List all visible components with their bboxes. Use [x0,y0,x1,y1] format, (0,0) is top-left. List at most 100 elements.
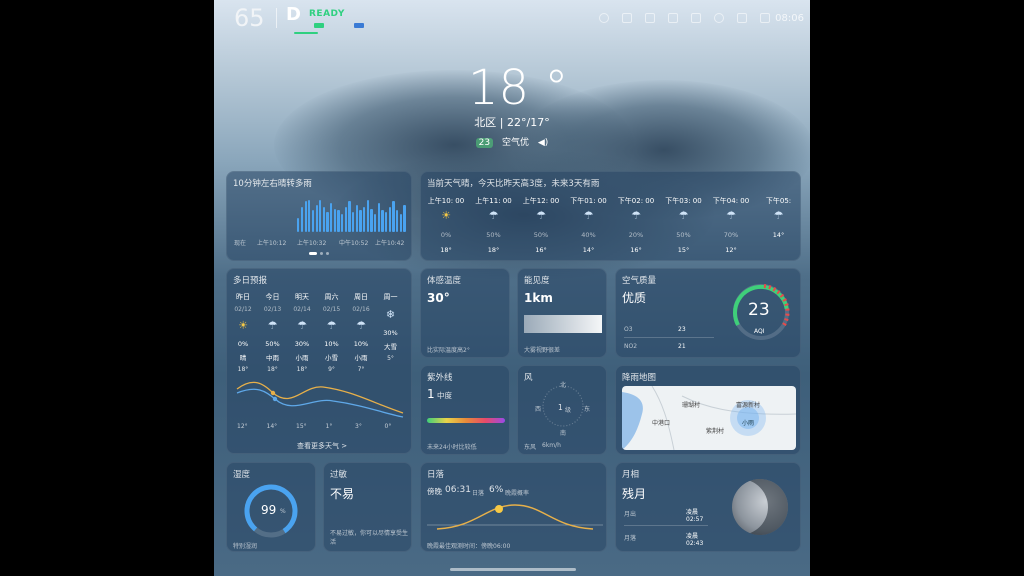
daily-item[interactable]: 明天 02/14 ☂ 30% 小雨 18° [286,292,318,373]
map-river [622,386,796,450]
time-label: 中午10:52 [339,240,369,247]
page-dot[interactable] [320,252,323,255]
wind-title: 风 [524,373,533,383]
visibility-gauge [524,315,602,333]
location-name[interactable]: 北区 [474,116,496,129]
hourly-item[interactable]: 下午01: 00 ☂ 40% 14° [566,196,612,254]
allergy-note: 不易过敏，你可以尽情享受生活 [330,530,409,546]
clock: 08:06 [775,13,804,24]
separator: | [499,116,507,129]
page-dot-active[interactable] [309,252,317,255]
glow-probability-label: 晚霞概率 [505,490,530,497]
hour-temp: 15° [677,246,690,254]
aqi-value: 23 [748,300,770,320]
hour-temp: 16° [630,246,642,254]
precip-bar [337,210,340,232]
mic-icon[interactable] [714,13,724,23]
precip-bar [300,206,304,232]
rain-icon: ☂ [488,209,499,222]
day-high: 5° [387,355,394,362]
hourly-forecast-card[interactable]: 当前天气晴，今天比昨天高3度，未来3天有雨 上午10: 00 ☀ 0% 18° 上午11… [420,171,801,261]
hour-precip: 70% [723,231,739,239]
map-label: 小雨 [742,420,755,427]
allergy-title: 过敏 [330,470,348,480]
more-weather-link[interactable]: 查看更多天气 > [297,441,347,451]
user-icon[interactable] [599,13,609,23]
daily-item[interactable]: 昨日 02/12 ☀ 0% 晴 18° [227,292,259,373]
day-desc: 小雨 [354,354,368,362]
day-desc: 晴 [239,354,247,362]
eye-icon[interactable] [737,13,747,23]
hourly-item[interactable]: 上午12: 00 ☂ 50% 16° [518,196,564,254]
hourly-item[interactable]: 上午10: 00 ☀ 0% 18° [423,196,469,254]
day-desc: 大雪 [384,343,397,351]
precipitation-card[interactable]: 10分钟左右晴转多雨 现在 上午10:12 上午10:32 中午10:52 上午… [226,171,412,261]
bluetooth-icon[interactable] [668,13,678,23]
speed-readout: 65 [234,4,265,32]
rain-icon: ☂ [678,209,689,222]
daily-item[interactable]: 周日 02/16 ☂ 10% 小雨 7° [345,292,377,373]
hour-time: 上午11: 00 [475,197,512,205]
hourly-item[interactable]: 下午04: 00 ☂ 70% 12° [708,196,754,254]
uv-card[interactable]: 紫外线 1 中度 未来24小时比较低 [420,365,510,455]
rain-map[interactable]: 珊瑚村 中港口 紫荆村 富源新村 小雨 [622,386,796,450]
precip-bar [374,214,377,232]
daily-item[interactable]: 周一 ❄ 30% 大雪 5° [375,292,407,362]
hour-time: 上午12: 00 [522,197,560,205]
time-label: 上午10:42 [375,240,405,247]
weather-screen: 65 D READY 08:06 18 ° 北区 | 22°/17° 23 空气… [214,0,810,576]
uv-note: 未来24小时比较低 [427,444,477,451]
precip-bar [363,206,366,232]
wind-card[interactable]: 风 北 南 西 东 1 级 东风 6km/h [517,365,607,455]
hour-time: 下午02: 00 [617,197,655,205]
humidity-title: 湿度 [233,470,251,480]
day-date: 02/12 [234,306,252,313]
daily-item[interactable]: 周六 02/15 ☂ 10% 小雪 9° [316,292,348,373]
daily-item[interactable]: 今日 02/13 ☂ 50% 中雨 18° [257,292,289,373]
hour-time: 上午10: 00 [427,197,465,205]
day-date: 02/13 [263,306,282,313]
pause-icon[interactable] [760,13,770,23]
humidity-card[interactable]: 湿度 99 % 特别湿润 [226,462,316,552]
time-label: 上午10:32 [297,240,327,247]
hourly-item[interactable]: 下午02: 00 ☂ 20% 16° [613,196,659,254]
day-date: 02/16 [352,306,370,313]
precip-bar [297,217,300,232]
hour-precip: 50% [533,231,549,239]
day-desc: 中雨 [266,354,279,362]
precip-bar [396,210,399,232]
hour-time: 下午05: [765,197,792,205]
visibility-card[interactable]: 能见度 1km 大雾视野很差 [517,268,607,358]
allergy-value: 不易 [330,487,355,501]
hourly-item[interactable]: 下午03: 00 ☂ 50% 15° [661,196,707,254]
o3-label: O3 [624,326,633,333]
allergy-card[interactable]: 过敏 不易 不易过敏，你可以尽情享受生活 [323,462,412,552]
air-quality-card[interactable]: 空气质量 优质 23 AQI O3 23 NO2 21 [615,268,801,358]
visibility-note: 大雾视野很差 [524,347,561,354]
home-indicator[interactable] [450,568,576,571]
sunset-card[interactable]: 日落 傍晚 06:31 日落 6% 晚霞概率 晚霞最佳观测时间：傍晚06:00 [420,462,607,552]
battery-icon[interactable] [622,13,632,23]
moon-phase-card[interactable]: 月相 残月 月出 凌晨 02:57 月落 凌晨 02:43 [615,462,801,552]
sun-path [427,504,603,530]
page-dot[interactable] [326,252,329,255]
moonset-label: 月落 [624,535,637,542]
rain-map-card[interactable]: 降雨地图 珊瑚村 中港口 紫荆村 富源新村 小雨 [615,365,801,455]
moon-title: 月相 [622,470,640,480]
daily-forecast-card[interactable]: 多日预报 昨日 02/12 ☀ 0% 晴 18° 今日 02/13 ☂ 50% 中雨 18° 明天 02/… [226,268,412,454]
rotate-icon[interactable] [645,13,655,23]
temperature-range: 22°/17° [507,116,550,129]
wind-unit: 级 [565,407,572,414]
precip-bar [348,201,351,232]
speaker-icon[interactable]: ◀) [538,138,548,148]
hourly-item[interactable]: 下午05: ☂ 14° [756,196,801,239]
precip-bar [315,205,318,232]
now-label: 现在 [234,240,247,247]
feels-like-card[interactable]: 体感温度 30° 比实际温度高2° [420,268,510,358]
hour-precip: 40% [581,231,596,239]
precip-bar [388,206,391,232]
device-icon[interactable] [691,13,701,23]
rain-icon: ☂ [297,319,307,332]
hourly-item[interactable]: 上午11: 00 ☂ 50% 18° [471,196,517,254]
rain-icon: ☂ [726,209,736,222]
